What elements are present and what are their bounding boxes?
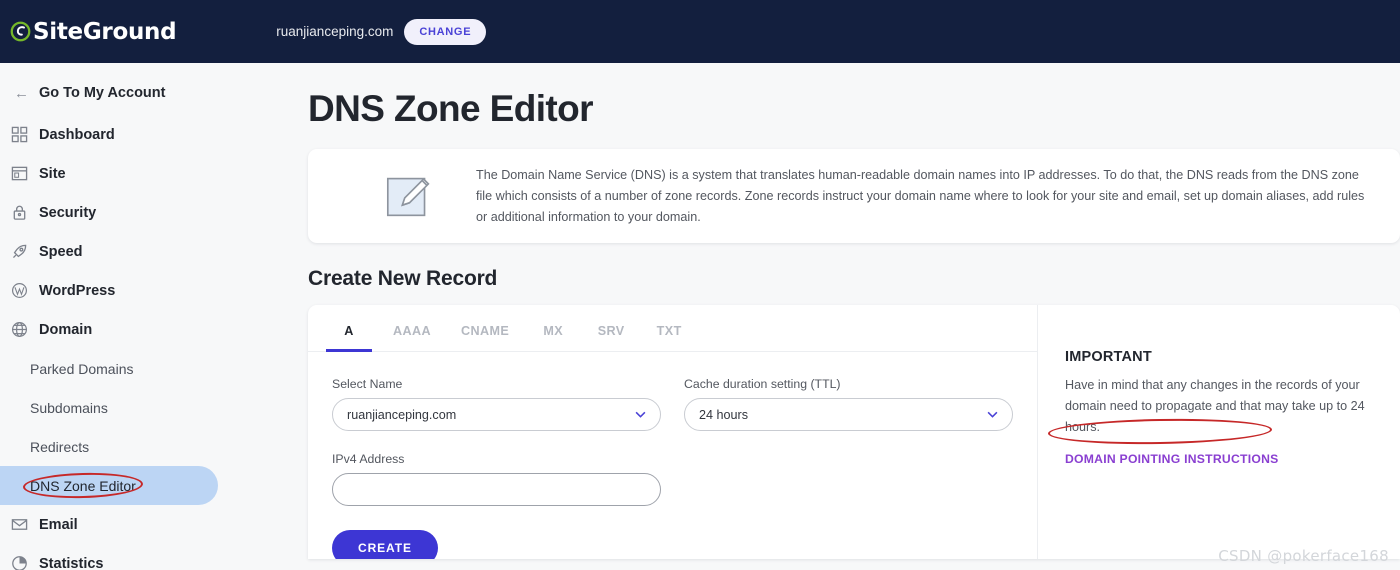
form-row-1: Select Name ruanjianceping.com Cache dur… (308, 352, 1037, 431)
sidebar-item-label: Email (39, 516, 78, 533)
sidebar-item-site[interactable]: Site (0, 154, 297, 193)
window-icon (9, 164, 29, 184)
create-record-form-pane: A AAAA CNAME MX SRV TXT Select Name ruan… (308, 305, 1037, 559)
important-body: Have in mind that any changes in the rec… (1065, 378, 1365, 434)
sidebar-subitem-label: Redirects (30, 438, 90, 455)
page-title: DNS Zone Editor (308, 88, 594, 129)
siteground-logo-text: SiteGround (33, 18, 177, 45)
select-name-dropdown[interactable]: ruanjianceping.com (332, 398, 661, 431)
tab-cname[interactable]: CNAME (456, 305, 514, 351)
chevron-down-icon (635, 411, 646, 418)
domain-pointing-instructions-link[interactable]: DOMAIN POINTING INSTRUCTIONS (1065, 452, 1279, 466)
sidebar-item-parked-domains[interactable]: Parked Domains (0, 349, 297, 388)
sidebar-subitem-label: DNS Zone Editor (30, 477, 136, 494)
sidebar-item-label: Security (39, 204, 97, 221)
select-name-label: Select Name (332, 377, 403, 391)
domain-selector: ruanjianceping.com CHANGE (276, 18, 487, 45)
select-name-field: Select Name ruanjianceping.com (332, 377, 661, 431)
sidebar-item-dns-zone-editor[interactable]: DNS Zone Editor (0, 466, 218, 505)
info-card-text: The Domain Name Service (DNS) is a syste… (476, 167, 1365, 224)
tab-srv[interactable]: SRV (592, 305, 630, 351)
sidebar-item-security[interactable]: Security (0, 193, 297, 232)
section-title-create-new-record: Create New Record (308, 267, 498, 290)
grid-icon (9, 125, 29, 145)
create-record-card: A AAAA CNAME MX SRV TXT Select Name ruan… (308, 305, 1400, 559)
ttl-dropdown[interactable]: 24 hours (684, 398, 1013, 431)
watermark: CSDN @pokerface168 (1218, 547, 1389, 565)
ipv4-label: IPv4 Address (332, 452, 405, 466)
arrow-left-icon: ← (14, 84, 29, 102)
ipv4-input[interactable] (332, 473, 661, 506)
current-domain-label: ruanjianceping.com (276, 24, 394, 39)
globe-icon (9, 320, 29, 340)
top-bar: SiteGround ruanjianceping.com CHANGE (0, 0, 1400, 63)
sidebar-item-label: Speed (39, 243, 83, 260)
tab-a[interactable]: A (326, 305, 372, 352)
sidebar-item-domain[interactable]: Domain (0, 310, 297, 349)
sidebar-item-label: Dashboard (39, 126, 115, 143)
sidebar-item-label: Statistics (39, 555, 104, 570)
siteground-logo-icon (10, 21, 31, 42)
ttl-value: 24 hours (699, 407, 749, 422)
siteground-logo[interactable]: SiteGround (10, 18, 177, 45)
go-to-my-account-link[interactable]: ← Go To My Account (0, 71, 297, 115)
edit-document-icon (386, 177, 430, 217)
tab-txt[interactable]: TXT (650, 305, 688, 351)
chevron-down-icon (987, 411, 998, 418)
sidebar-item-wordpress[interactable]: WordPress (0, 271, 297, 310)
important-panel: IMPORTANT Have in mind that any changes … (1037, 305, 1400, 559)
sidebar: ← Go To My Account Dashboard Site Securi… (0, 63, 297, 570)
form-row-2: IPv4 Address (308, 431, 1037, 506)
lock-icon (9, 203, 29, 223)
create-button[interactable]: CREATE (332, 530, 438, 559)
rocket-icon (9, 242, 29, 262)
sidebar-item-speed[interactable]: Speed (0, 232, 297, 271)
tab-aaaa[interactable]: AAAA (388, 305, 436, 351)
pie-chart-icon (9, 554, 29, 570)
important-title: IMPORTANT (1065, 349, 1152, 365)
select-name-value: ruanjianceping.com (347, 407, 457, 422)
main-content: DNS Zone Editor The Domain Name Service … (297, 63, 1400, 570)
go-to-my-account-label: Go To My Account (39, 85, 166, 101)
sidebar-item-label: Domain (39, 321, 93, 338)
info-card: The Domain Name Service (DNS) is a syste… (308, 149, 1400, 243)
change-domain-button[interactable]: CHANGE (404, 18, 487, 45)
sidebar-item-dashboard[interactable]: Dashboard (0, 115, 297, 154)
ttl-field: Cache duration setting (TTL) 24 hours (684, 377, 1013, 431)
sidebar-item-subdomains[interactable]: Subdomains (0, 388, 297, 427)
record-type-tabs: A AAAA CNAME MX SRV TXT (308, 305, 1037, 352)
sidebar-item-label: Site (39, 165, 66, 182)
wordpress-icon (9, 281, 29, 301)
sidebar-item-label: WordPress (39, 282, 116, 299)
tab-mx[interactable]: MX (534, 305, 572, 351)
sidebar-item-email[interactable]: Email (0, 505, 297, 544)
ipv4-field: IPv4 Address (332, 452, 1037, 506)
form-actions: CREATE (308, 506, 1037, 559)
sidebar-subitem-label: Subdomains (30, 399, 108, 416)
app-root: SiteGround ruanjianceping.com CHANGE ← G… (0, 0, 1400, 570)
ttl-label: Cache duration setting (TTL) (684, 377, 841, 391)
envelope-icon (9, 515, 29, 535)
sidebar-item-redirects[interactable]: Redirects (0, 427, 297, 466)
sidebar-subitem-label: Parked Domains (30, 360, 134, 377)
sidebar-item-statistics[interactable]: Statistics (0, 544, 297, 570)
